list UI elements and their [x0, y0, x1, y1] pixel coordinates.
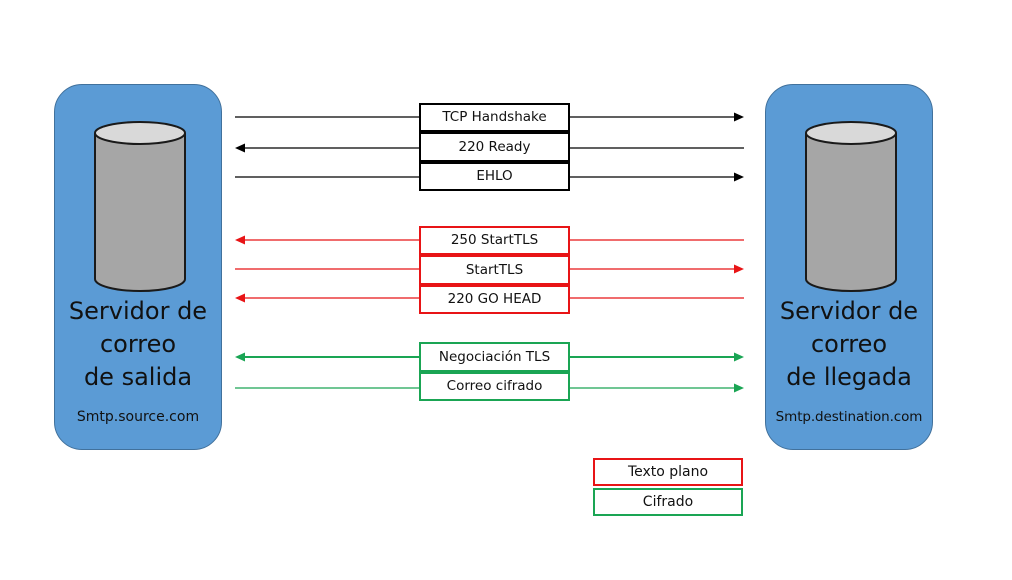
arrowhead-right-icon [734, 383, 744, 393]
arrowhead-left-icon [235, 143, 245, 153]
message-box-correo-cifrado: Correo cifrado [419, 372, 570, 401]
message-label: 250 StartTLS [450, 232, 539, 248]
legend-encrypted: Cifrado [593, 488, 743, 516]
arrowhead-right-icon [734, 112, 744, 122]
legend-label: Texto plano [627, 464, 709, 480]
arrowhead-right-icon [734, 172, 744, 182]
arrowhead-right-icon [734, 352, 744, 362]
legend-label: Cifrado [642, 494, 694, 510]
legend-plain-text: Texto plano [593, 458, 743, 486]
message-box-220-ready: 220 Ready [419, 132, 570, 162]
arrowhead-left-icon [235, 352, 245, 362]
message-label: StartTLS [465, 262, 524, 278]
arrowhead-right-icon [734, 264, 744, 274]
message-box-250-starttls: 250 StartTLS [419, 226, 570, 255]
message-label: 220 GO HEAD [447, 291, 542, 307]
message-box-negociacion-tls: Negociación TLS [419, 342, 570, 372]
message-label: TCP Handshake [442, 109, 547, 125]
message-box-220-go-head: 220 GO HEAD [419, 285, 570, 314]
message-label: Negociación TLS [438, 349, 551, 365]
message-box-tcp-handshake: TCP Handshake [419, 103, 570, 132]
message-box-ehlo: EHLO [419, 162, 570, 191]
message-label: 220 Ready [458, 139, 531, 155]
arrowhead-left-icon [235, 235, 245, 245]
message-box-starttls: StartTLS [419, 255, 570, 285]
message-label: Correo cifrado [446, 378, 543, 394]
arrowhead-left-icon [235, 293, 245, 303]
message-label: EHLO [476, 168, 513, 184]
